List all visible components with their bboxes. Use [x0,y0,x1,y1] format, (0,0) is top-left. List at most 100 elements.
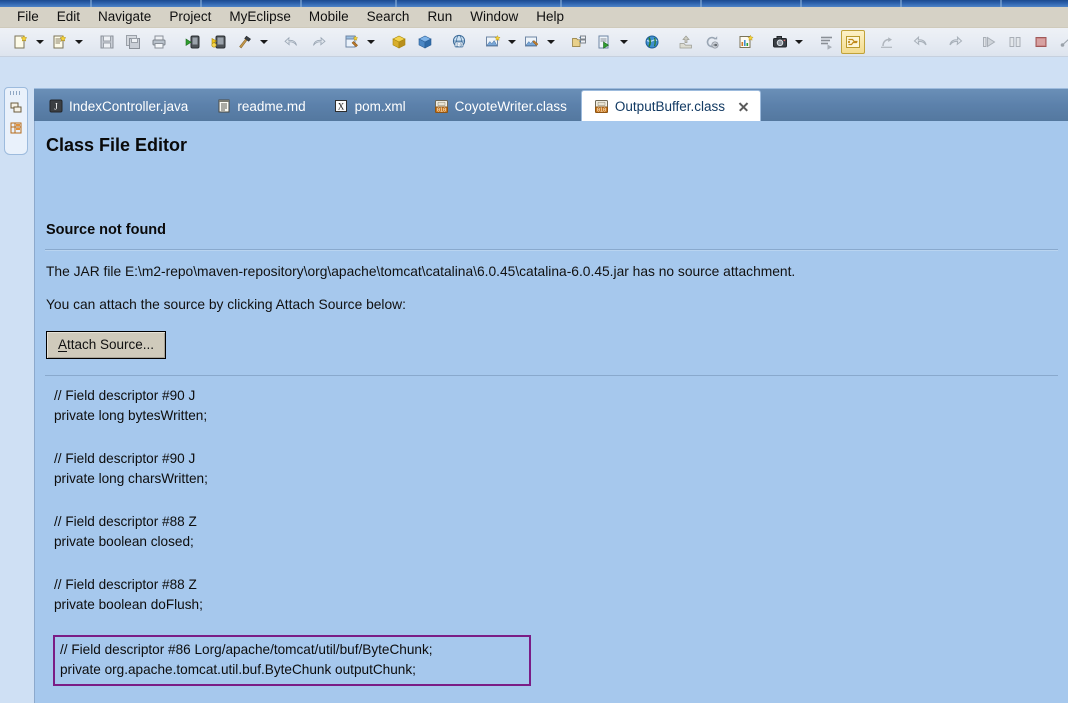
menu-item-run[interactable]: Run [418,7,461,27]
chevron-down-icon[interactable] [258,31,269,53]
chevron-down-icon[interactable] [545,31,556,53]
restore-view-icon[interactable] [7,98,25,116]
editor-tab-outputbuffer-class[interactable]: 010 OutputBuffer.class [580,90,761,122]
svg-text:J: J [54,101,58,111]
svg-text:2.0: 2.0 [456,42,463,47]
editor-tab-indexcontroller-java[interactable]: J IndexController.java [34,91,202,121]
build-hammer-icon[interactable] [233,30,257,54]
close-icon[interactable] [737,100,750,113]
toolbar-group: 2.0 [446,28,472,56]
toggle-breadcrumb-icon[interactable] [841,30,865,54]
open-type-icon[interactable] [340,30,364,54]
save-all-icon[interactable] [121,30,145,54]
code-line: // Field descriptor #90 J [54,451,196,466]
snapshot-icon[interactable] [768,30,792,54]
toolbar-group [942,28,968,56]
chevron-down-icon[interactable] [793,31,804,53]
toolbar-group [639,28,665,56]
bytecode-listing[interactable]: // Field descriptor #90 J private long by… [45,375,1058,703]
open-diagram-icon[interactable] [520,30,544,54]
new-diagram-icon[interactable] [481,30,505,54]
java-file-icon: J [48,99,63,114]
editor-tab-label: pom.xml [354,98,406,114]
step-filters-icon[interactable] [1055,30,1068,54]
eclipse-window: File Edit Navigate Project MyEclipse Mobile Se… [0,0,1068,703]
menu-item-window[interactable]: Window [461,7,527,27]
code-line: private org.apache.tomcat.util.buf.ByteC… [60,662,416,677]
class-file-editor[interactable]: Class File Editor Source not found The J… [34,121,1068,703]
chevron-down-icon[interactable] [365,31,376,53]
toolbar-group [874,28,900,56]
toolbar-group [8,28,86,56]
run-as-icon[interactable] [593,30,617,54]
workbench-area: J IndexController.java readme.md Xpom.xml 01… [0,57,1068,703]
package-yellow-icon[interactable] [387,30,411,54]
code-line: private boolean closed; [54,534,194,549]
code-line: // Field descriptor #88 Z [54,514,197,529]
save-icon[interactable] [95,30,119,54]
trim-stack-grip[interactable] [10,91,22,95]
undo-icon[interactable] [280,30,304,54]
chevron-down-icon[interactable] [34,31,45,53]
next-annotation-icon[interactable] [815,30,839,54]
new-wizard-icon[interactable] [9,30,33,54]
publish-icon[interactable] [674,30,698,54]
back-history-icon[interactable] [909,30,933,54]
menu-item-file[interactable]: File [8,7,48,27]
menu-item-myeclipse[interactable]: MyEclipse [220,7,300,27]
jar-message-line-1: The JAR file E:\m2-repo\maven-repository… [46,264,796,279]
main-toolbar: 2.0 [0,28,1068,57]
terminate-icon[interactable] [1029,30,1053,54]
print-icon[interactable] [147,30,171,54]
toolbar-group [733,28,759,56]
forward-history-icon[interactable] [943,30,967,54]
import-project-icon[interactable] [567,30,591,54]
redo-icon[interactable] [306,30,330,54]
editor-tab-readme-md[interactable]: readme.md [202,91,319,121]
suspend-icon[interactable] [1003,30,1027,54]
class-file-icon: 010 [434,99,449,114]
chevron-down-icon[interactable] [506,31,517,53]
report-icon[interactable] [734,30,758,54]
attach-source-label: ttach Source... [67,337,155,352]
run-server-icon[interactable] [181,30,205,54]
menu-item-project[interactable]: Project [160,7,220,27]
menu-bar: File Edit Navigate Project MyEclipse Mobile Se… [0,7,1068,28]
step-return-icon[interactable] [875,30,899,54]
menu-item-search[interactable]: Search [358,7,419,27]
menu-item-help[interactable]: Help [527,7,573,27]
deploy-icon[interactable] [207,30,231,54]
page-title: Class File Editor [46,135,188,155]
open-browser-icon[interactable] [640,30,664,54]
editor-tab-label: CoyoteWriter.class [454,98,567,114]
svg-text:010: 010 [597,108,606,114]
menu-item-mobile[interactable]: Mobile [300,7,358,27]
attach-source-button[interactable]: Attach Source... [46,331,167,359]
editor-area: J IndexController.java readme.md Xpom.xml 01… [34,88,1068,703]
web20-browser-icon[interactable]: 2.0 [447,30,471,54]
refresh-icon[interactable] [700,30,724,54]
menu-item-navigate[interactable]: Navigate [89,7,160,27]
code-block: // Field descriptor #90 J private long ch… [45,446,1058,489]
code-line: // Field descriptor #90 J [54,388,196,403]
toolbar-group [976,28,1068,56]
toolbar-group [908,28,934,56]
toolbar-group [339,28,378,56]
left-trim-stack[interactable] [4,87,28,155]
editor-tab-coyotewriter-class[interactable]: 010 CoyoteWriter.class [420,91,581,121]
new-java-class-icon[interactable] [48,30,72,54]
resume-icon[interactable] [977,30,1001,54]
chevron-down-icon[interactable] [618,31,629,53]
editor-tab-pom-xml[interactable]: Xpom.xml [320,91,420,121]
toolbar-group [566,28,631,56]
package-blue-icon[interactable] [413,30,437,54]
window-title-bar [0,0,1068,7]
outline-view-icon[interactable] [7,119,25,137]
markdown-file-icon [216,99,231,114]
highlighted-code-block: // Field descriptor #86 Lorg/apache/tomc… [45,635,1058,686]
toolbar-group [480,28,558,56]
chevron-down-icon[interactable] [73,31,84,53]
menu-item-edit[interactable]: Edit [48,7,89,27]
